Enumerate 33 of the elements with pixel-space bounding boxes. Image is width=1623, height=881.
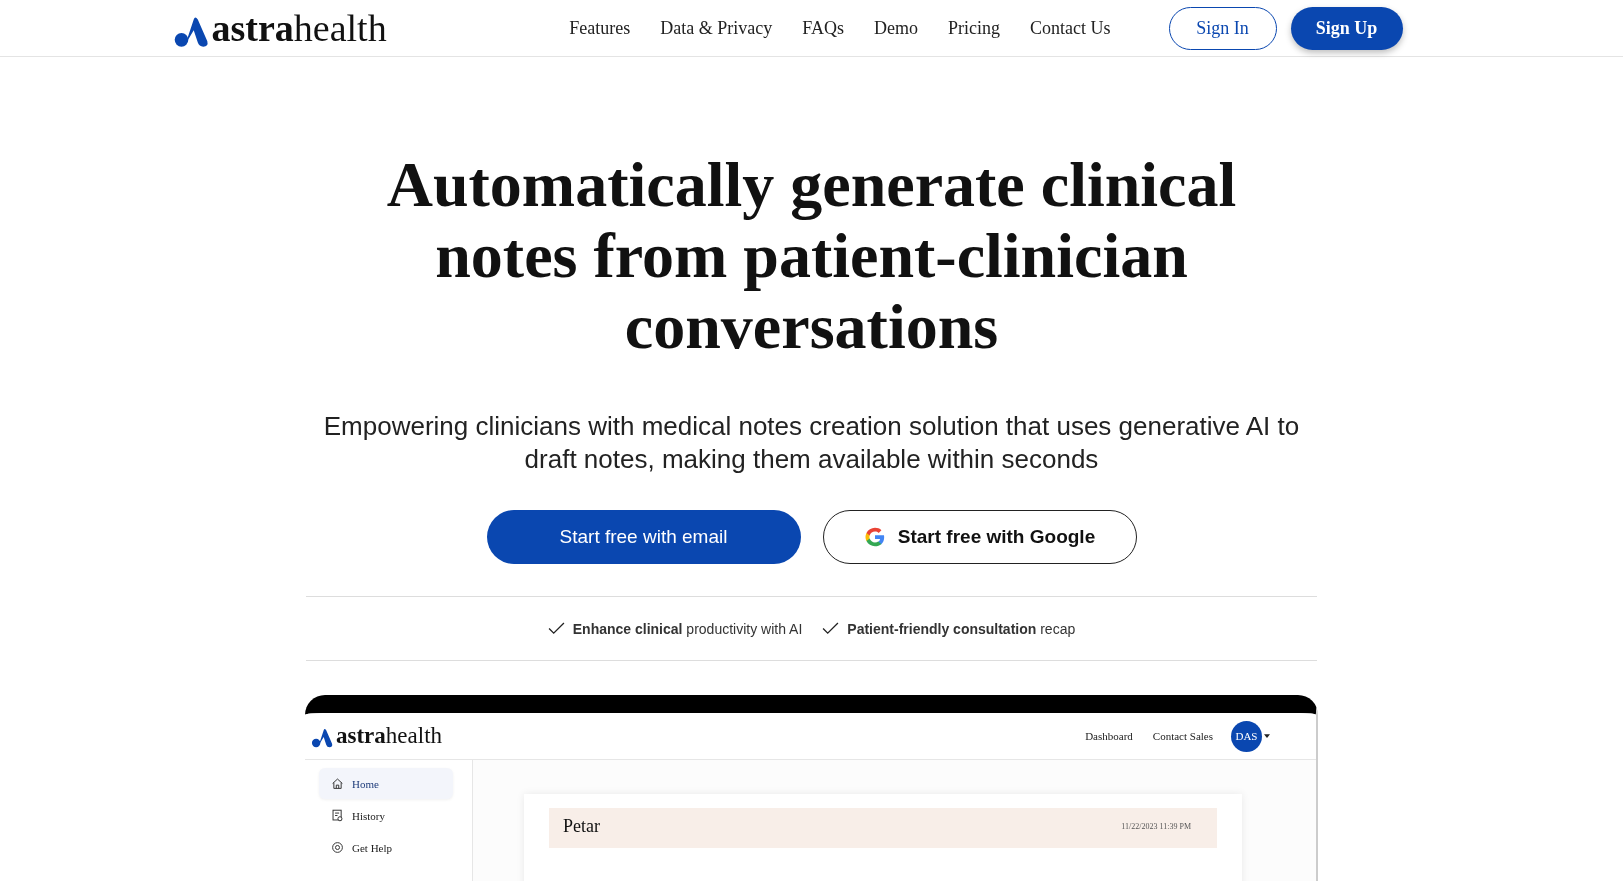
nav-link[interactable]: Dashboard: [1085, 730, 1133, 742]
sign-in-button[interactable]: Sign In: [1168, 6, 1277, 50]
caret-icon[interactable]: [1264, 734, 1270, 738]
hero-subtitle: Empowering clinicians with medical notes creation solution that uses generative AI to draft notes, making them available within seconds: [322, 410, 1301, 476]
sign-up-button[interactable]: Sign Up: [1290, 6, 1403, 50]
nav-link[interactable]: Pricing: [948, 17, 1000, 39]
sidebar-item[interactable]: Home: [319, 768, 453, 799]
logo-wordmark[interactable]: astrahealth: [211, 8, 387, 48]
sidebar-item[interactable]: History: [319, 800, 453, 831]
nav-link[interactable]: Demo: [874, 17, 918, 39]
logo-icon: [311, 727, 333, 748]
nav-link[interactable]: FAQs: [802, 17, 844, 39]
start-google-button[interactable]: Start free with Google: [822, 510, 1137, 564]
hero-heading: Automatically generate clinical notes from patient-clinician conversations: [385, 149, 1238, 362]
start-email-button[interactable]: Start free with email: [486, 510, 801, 564]
feature-text: Enhance clinical productivity with AI: [572, 620, 803, 637]
feature-text: Patient-friendly consultation recap: [847, 620, 1076, 637]
home-icon: [331, 777, 344, 790]
avatar[interactable]: DAS: [1231, 720, 1262, 752]
google-icon: [863, 526, 886, 548]
help-icon: [331, 841, 344, 854]
note-date: 11/22/2023 11:39 PM: [1121, 822, 1191, 833]
logo-wordmark: astrahealth: [336, 724, 443, 748]
nav-link[interactable]: Contact Sales: [1152, 730, 1213, 742]
logo-icon[interactable]: [172, 14, 209, 48]
check-icon: [547, 622, 565, 635]
sidebar-item[interactable]: Get Help: [319, 832, 453, 863]
nav-link[interactable]: Features: [569, 17, 631, 39]
document-icon: [331, 809, 344, 822]
nav-link[interactable]: Contact Us: [1030, 17, 1111, 39]
check-icon: [822, 622, 840, 635]
patient-name: Petar: [563, 816, 600, 838]
nav-link[interactable]: Data & Privacy: [660, 17, 773, 39]
